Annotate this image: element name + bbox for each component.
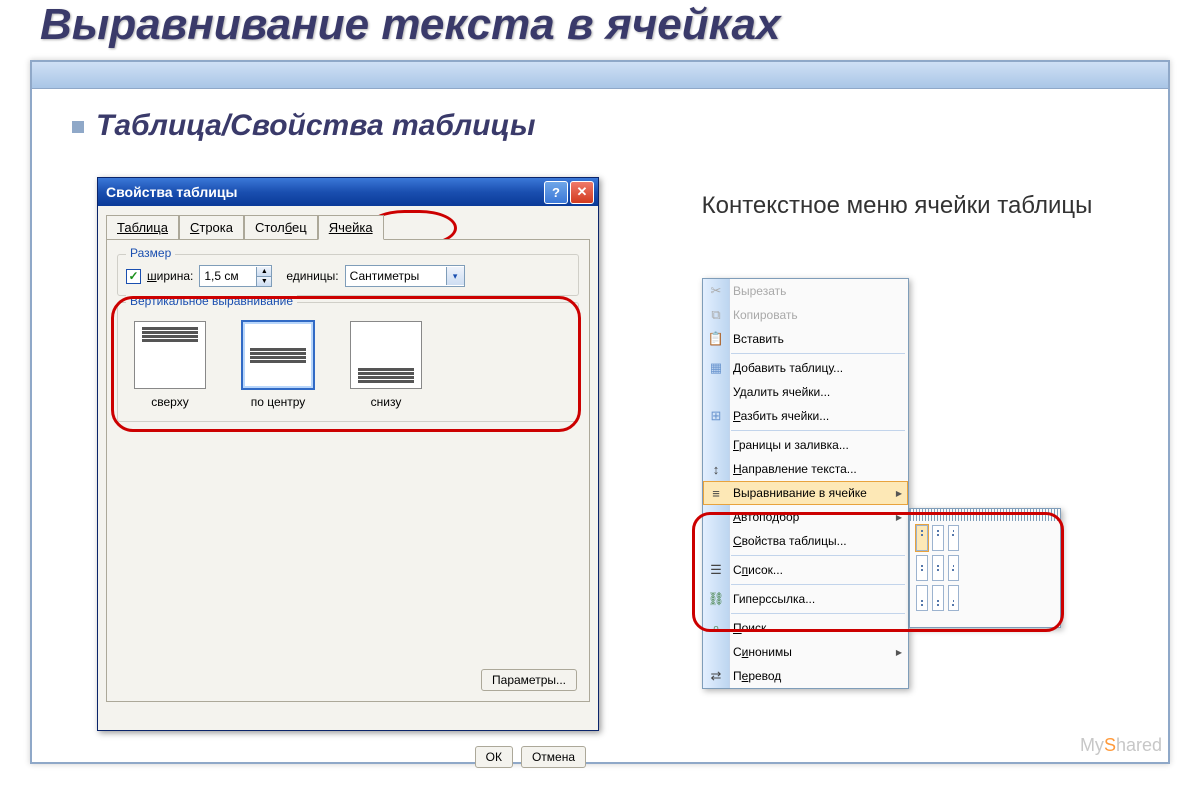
width-checkbox[interactable]: ✓ [126, 269, 141, 284]
width-spinner[interactable]: ▲▼ [199, 265, 272, 287]
tab-column[interactable]: Столбец [244, 215, 318, 240]
cancel-button[interactable]: Отмена [521, 746, 586, 768]
text-direction-icon: ↕ [707, 460, 725, 478]
list-icon: ☰ [707, 561, 725, 579]
alignment-submenu [909, 508, 1061, 628]
ok-button[interactable]: ОК [475, 746, 513, 768]
translate-icon: ⇄ [707, 667, 725, 685]
align-bottom-center[interactable] [932, 585, 944, 611]
align-bottom-left[interactable] [916, 585, 928, 611]
align-middle-center[interactable] [932, 555, 944, 581]
link-icon: ⛓ [707, 590, 725, 608]
menu-copy[interactable]: ⧉Копировать [703, 303, 908, 327]
menu-borders[interactable]: Границы и заливка... [703, 433, 908, 457]
context-menu-title: Контекстное меню ячейки таблицы [642, 192, 1152, 220]
group-size: Размер ✓ ширина: ▲▼ единицы: Сантиметры▾ [117, 254, 579, 296]
content-frame: Таблица/Свойства таблицы Свойства таблиц… [30, 60, 1170, 764]
menu-translate[interactable]: ⇄Перевод [703, 664, 908, 688]
search-icon: ⌕ [707, 619, 725, 637]
menu-delete-cells[interactable]: Удалить ячейки... [703, 380, 908, 404]
submenu-grip[interactable] [910, 509, 1060, 521]
align-bottom-option[interactable]: снизу [346, 321, 426, 409]
group-valign: Вертикальное выравнивание сверху по цент… [117, 302, 579, 422]
paste-icon: 📋 [707, 330, 725, 348]
menu-split-cells[interactable]: ⊞Разбить ячейки... [703, 404, 908, 428]
parameters-button[interactable]: Параметры... [481, 669, 577, 691]
menu-cut[interactable]: ✂Вырезать [703, 279, 908, 303]
slide-subtitle: Таблица/Свойства таблицы [72, 109, 1128, 143]
tab-strip: Таблица Строка Столбец Ячейка [106, 214, 590, 239]
scissors-icon: ✂ [707, 282, 725, 300]
dialog-title: Свойства таблицы [106, 184, 542, 200]
split-icon: ⊞ [707, 407, 725, 425]
group-valign-label: Вертикальное выравнивание [126, 294, 297, 308]
align-icon: ≡ [707, 484, 725, 502]
help-button[interactable]: ? [544, 181, 568, 204]
table-properties-dialog: Свойства таблицы ? ✕ Таблица Строка Стол… [97, 177, 599, 731]
cell-context-menu: ✂Вырезать ⧉Копировать 📋Вставить ▦Добавит… [702, 278, 909, 689]
menu-hyperlink[interactable]: ⛓Гиперссылка... [703, 587, 908, 611]
align-top-center[interactable] [932, 525, 944, 551]
units-select[interactable]: Сантиметры▾ [345, 265, 465, 287]
copy-icon: ⧉ [707, 306, 725, 324]
slide-title: Выравнивание текста в ячейках [0, 0, 1200, 50]
dialog-titlebar[interactable]: Свойства таблицы ? ✕ [98, 178, 598, 206]
right-panel: Контекстное меню ячейки таблицы ✂Вырезат… [642, 192, 1152, 236]
align-top-right[interactable] [948, 525, 960, 551]
table-icon: ▦ [707, 359, 725, 377]
spin-up-icon[interactable]: ▲ [257, 267, 271, 277]
menu-search[interactable]: ⌕Поиск... [703, 616, 908, 640]
menu-cell-alignment[interactable]: ≡Выравнивание в ячейке [703, 481, 908, 505]
menu-synonyms[interactable]: Синонимы [703, 640, 908, 664]
menu-list[interactable]: ☰Список... [703, 558, 908, 582]
align-middle-right[interactable] [948, 555, 960, 581]
chevron-down-icon: ▾ [446, 267, 464, 285]
align-center-option[interactable]: по центру [238, 321, 318, 409]
tab-cell[interactable]: Ячейка [318, 215, 384, 240]
units-label: единицы: [286, 269, 338, 283]
menu-table-properties[interactable]: Свойства таблицы... [703, 529, 908, 553]
tab-page-cell: Размер ✓ ширина: ▲▼ единицы: Сантиметры▾ [106, 239, 590, 702]
align-top-left[interactable] [916, 525, 928, 551]
close-button[interactable]: ✕ [570, 181, 594, 204]
watermark: MyShared [1080, 735, 1162, 756]
menu-add-table[interactable]: ▦Добавить таблицу... [703, 356, 908, 380]
align-bottom-right[interactable] [948, 585, 960, 611]
menu-paste[interactable]: 📋Вставить [703, 327, 908, 351]
width-input[interactable] [200, 269, 256, 283]
group-size-label: Размер [126, 246, 175, 260]
menu-text-direction[interactable]: ↕Направление текста... [703, 457, 908, 481]
tab-row[interactable]: Строка [179, 215, 244, 240]
width-label: ширина: [147, 269, 193, 283]
frame-header [32, 62, 1168, 89]
tab-table[interactable]: Таблица [106, 215, 179, 240]
dialog-body: Таблица Строка Столбец Ячейка Размер ✓ ш… [98, 206, 598, 730]
spin-down-icon[interactable]: ▼ [257, 277, 271, 286]
align-middle-left[interactable] [916, 555, 928, 581]
align-top-option[interactable]: сверху [130, 321, 210, 409]
menu-autofit[interactable]: Автоподбор [703, 505, 908, 529]
